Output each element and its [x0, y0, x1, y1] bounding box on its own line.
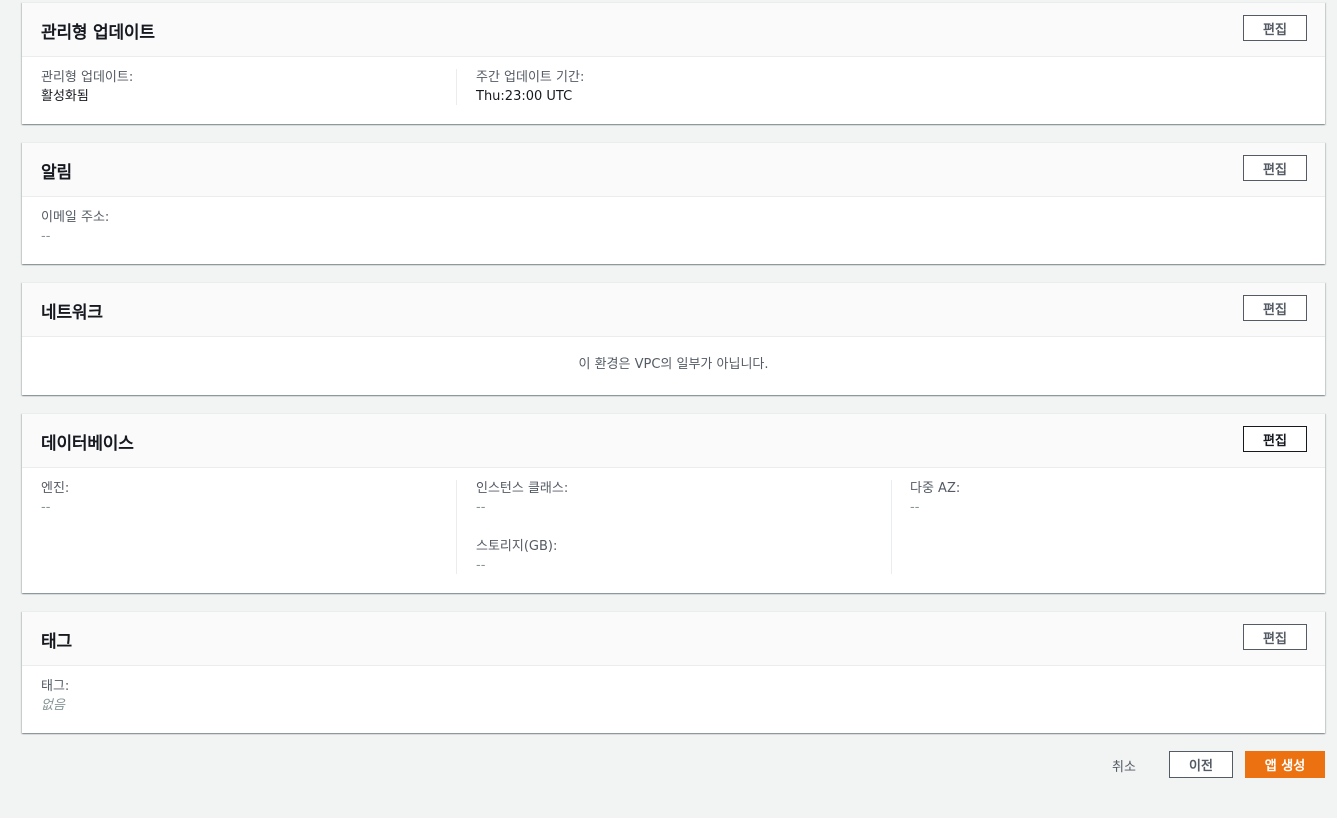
panel-header: 태그 편집: [22, 612, 1325, 666]
edit-notifications-button[interactable]: 편집: [1243, 155, 1307, 181]
panel-title: 알림: [41, 163, 72, 183]
email-label: 이메일 주소:: [41, 210, 110, 225]
managed-updates-panel: 관리형 업데이트 편집 관리형 업데이트: 활성화됨 주간 업데이트 기간: T…: [22, 2, 1325, 124]
multi-az-label: 다중 AZ:: [910, 481, 961, 496]
panel-header: 알림 편집: [22, 143, 1325, 197]
wizard-footer: 취소 이전 앱 생성: [0, 751, 1337, 779]
weekly-window-value: Thu:23:00 UTC: [476, 89, 573, 104]
instance-class-label: 인스턴스 클래스:: [476, 481, 569, 496]
tags-label: 태그:: [41, 679, 70, 694]
managed-updates-label: 관리형 업데이트:: [41, 70, 134, 85]
email-value: --: [41, 229, 51, 244]
engine-label: 엔진:: [41, 481, 70, 496]
engine-value: --: [41, 500, 51, 515]
tags-value: 없음: [41, 698, 65, 713]
managed-updates-col: 관리형 업데이트: 활성화됨: [41, 69, 455, 106]
tags-col: 태그: 없음: [41, 678, 455, 715]
panel-header: 관리형 업데이트 편집: [22, 3, 1325, 57]
managed-updates-value: 활성화됨: [41, 89, 89, 104]
network-panel: 네트워크 편집 이 환경은 VPC의 일부가 아닙니다.: [22, 282, 1325, 395]
panel-title: 관리형 업데이트: [41, 23, 155, 43]
edit-database-button[interactable]: 편집: [1243, 426, 1307, 452]
weekly-window-label: 주간 업데이트 기간:: [476, 70, 585, 85]
cancel-button[interactable]: 취소: [1112, 756, 1136, 775]
storage-value: --: [476, 558, 486, 573]
instance-col: 인스턴스 클래스: -- 스토리지(GB): --: [456, 480, 891, 574]
notifications-panel: 알림 편집 이메일 주소: --: [22, 142, 1325, 264]
database-panel: 데이터베이스 편집 엔진: -- 인스턴스 클래스: -- 스토리지(GB): …: [22, 413, 1325, 593]
tags-panel: 태그 편집 태그: 없음: [22, 611, 1325, 733]
weekly-window-col: 주간 업데이트 기간: Thu:23:00 UTC: [456, 69, 890, 105]
panel-header: 네트워크 편집: [22, 283, 1325, 337]
instance-class-value: --: [476, 500, 486, 515]
storage-label: 스토리지(GB):: [476, 539, 558, 554]
panel-header: 데이터베이스 편집: [22, 414, 1325, 468]
network-message: 이 환경은 VPC의 일부가 아닙니다.: [578, 357, 769, 372]
multi-az-col: 다중 AZ: --: [891, 480, 1310, 574]
panel-title: 네트워크: [41, 303, 103, 323]
multi-az-value: --: [910, 500, 920, 515]
previous-button[interactable]: 이전: [1169, 751, 1233, 778]
email-col: 이메일 주소: --: [41, 209, 455, 246]
edit-network-button[interactable]: 편집: [1243, 295, 1307, 321]
panel-title: 데이터베이스: [41, 434, 134, 454]
edit-tags-button[interactable]: 편집: [1243, 624, 1307, 650]
create-app-button[interactable]: 앱 생성: [1245, 751, 1325, 778]
panel-title: 태그: [41, 632, 72, 652]
engine-col: 엔진: --: [41, 480, 455, 517]
edit-managed-updates-button[interactable]: 편집: [1243, 15, 1307, 41]
